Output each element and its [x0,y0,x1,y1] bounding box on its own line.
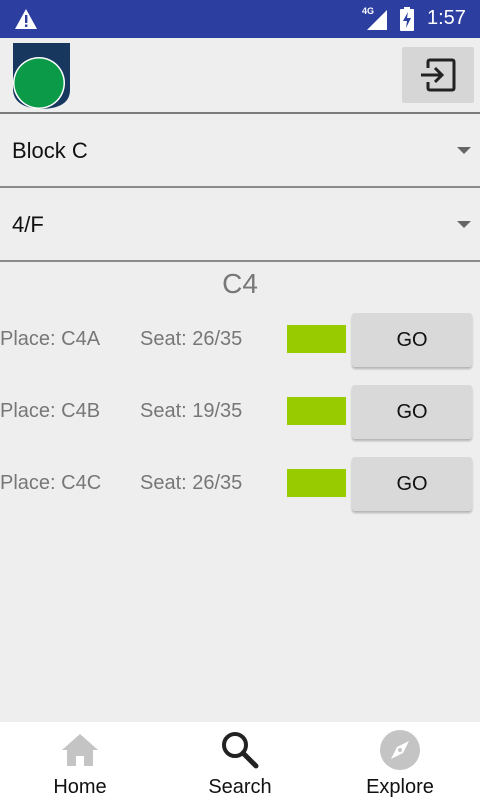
block-dropdown[interactable]: Block C [0,114,480,188]
logout-icon [421,58,456,92]
section-title: C4 [222,268,258,299]
list-item: Place: C4B Seat: 19/35 GO [0,385,480,441]
dropdown-arrow-icon [457,147,471,154]
seat-count: Seat: 19/35 [140,400,243,422]
go-button[interactable]: GO [352,385,472,439]
availability-indicator [287,469,346,497]
warning-icon [15,9,37,29]
availability-indicator [287,397,346,425]
floor-value: 4/F [12,212,44,237]
place-label: Place: C4C [0,472,102,494]
go-button[interactable]: GO [352,457,472,511]
app-bar [0,38,480,114]
dropdown-arrow-icon [457,221,471,228]
compass-icon [380,730,420,770]
list-item: Place: C4C Seat: 26/35 GO [0,457,480,513]
nav-home[interactable]: Home [0,722,160,800]
block-value: Block C [12,138,88,163]
home-icon [62,734,98,766]
signal-icon [367,10,387,30]
nav-explore-label: Explore [366,776,434,798]
nav-home-label: Home [53,776,107,798]
seat-count: Seat: 26/35 [140,472,243,494]
status-bar: 4G 1:57 [0,0,480,38]
place-label: Place: C4A [0,328,101,350]
battery-charging-icon [400,7,414,31]
go-button[interactable]: GO [352,313,472,367]
nav-search-label: Search [208,776,272,798]
logout-button[interactable] [402,47,474,103]
search-icon [222,732,259,769]
seat-count: Seat: 26/35 [140,328,243,350]
clock: 1:57 [427,7,466,29]
availability-indicator [287,325,346,353]
bottom-navigation: Home Search Explore [0,722,480,800]
list-item: Place: C4A Seat: 26/35 GO [0,313,480,369]
nav-search[interactable]: Search [160,722,320,800]
place-label: Place: C4B [0,400,101,422]
app-logo [13,43,70,109]
floor-dropdown[interactable]: 4/F [0,188,480,262]
nav-explore[interactable]: Explore [320,722,480,800]
